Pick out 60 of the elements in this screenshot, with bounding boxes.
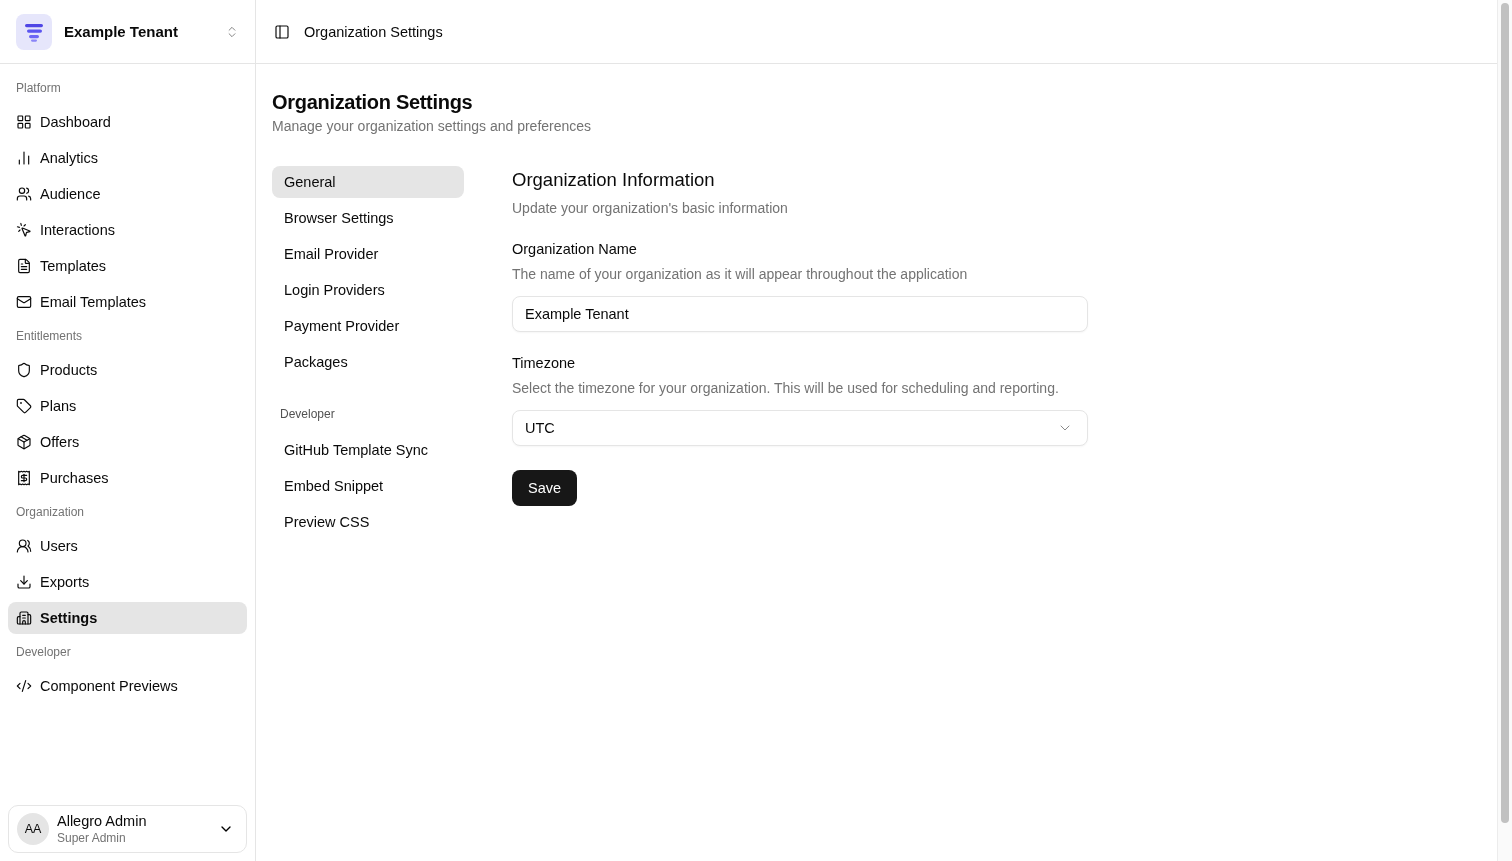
- logo-icon: [16, 13, 52, 50]
- select-field[interactable]: UTC: [512, 410, 1088, 446]
- receipt-icon: [16, 470, 32, 486]
- user-menu[interactable]: AA Allegro Admin Super Admin: [8, 805, 247, 853]
- code-icon: [16, 678, 32, 694]
- sidebar-section-label: Organization: [15, 504, 86, 521]
- tenant-switcher[interactable]: Example Tenant: [8, 7, 247, 56]
- save-button[interactable]: Save: [512, 470, 578, 506]
- package-icon: [16, 434, 32, 450]
- page-subtitle: Manage your organization settings and preferences: [272, 117, 593, 136]
- sidebar-item[interactable]: Products: [8, 354, 247, 386]
- settings-nav-item[interactable]: Payment Provider: [272, 310, 464, 342]
- document-icon: [16, 258, 32, 274]
- sidebar-item[interactable]: Analytics: [8, 142, 247, 174]
- avatar: AA: [17, 813, 49, 845]
- settings-nav-item[interactable]: Packages: [272, 346, 464, 378]
- breadcrumb-title: Organization Settings: [304, 23, 443, 40]
- sidebar-item[interactable]: Users: [8, 530, 247, 562]
- sidebar-section-label: Entitlements: [15, 328, 84, 345]
- tag-icon: [16, 398, 32, 414]
- field-label: Timezone: [512, 354, 577, 373]
- scrollbar-thumb[interactable]: [1501, 3, 1509, 823]
- sidebar-item[interactable]: Purchases: [8, 462, 247, 494]
- field-label: Organization Name: [512, 240, 638, 259]
- sidebar-section-label: Platform: [15, 80, 62, 97]
- cursor-click-icon: [16, 222, 32, 238]
- field-help-text: The name of your organization as it will appear throughout the application: [512, 265, 969, 284]
- people-icon: [16, 186, 32, 202]
- people-icon: [16, 538, 32, 554]
- sidebar-item[interactable]: Audience: [8, 178, 247, 210]
- grid-icon: [16, 114, 32, 130]
- sidebar-item[interactable]: Offers: [8, 426, 247, 458]
- sidebar-section-label: Developer: [15, 644, 72, 661]
- sidebar-item[interactable]: Email Templates: [8, 286, 247, 318]
- settings-nav-item[interactable]: Browser Settings: [272, 202, 464, 234]
- section-title: Organization Information: [512, 168, 716, 192]
- sidebar-item[interactable]: Interactions: [8, 214, 247, 246]
- page-title: Organization Settings: [272, 90, 474, 115]
- sidebar-item[interactable]: Exports: [8, 566, 247, 598]
- shield-icon: [16, 362, 32, 378]
- download-icon: [16, 574, 32, 590]
- settings-nav-item[interactable]: General: [272, 166, 464, 198]
- sidebar-item[interactable]: Component Previews: [8, 670, 247, 702]
- field-help-text: Select the timezone for your organization. This will be used for scheduling and reporting.: [512, 379, 1060, 398]
- settings-nav-item[interactable]: Login Providers: [272, 274, 464, 306]
- sidebar-item[interactable]: Settings: [8, 602, 247, 634]
- settings-nav-item[interactable]: Email Provider: [272, 238, 464, 270]
- text-input[interactable]: Example Tenant: [512, 296, 1088, 332]
- section-description: Update your organization's basic information: [512, 199, 789, 218]
- mail-icon: [16, 294, 32, 310]
- sidebar-panel-icon: [274, 23, 290, 40]
- settings-nav-item[interactable]: Preview CSS: [272, 506, 464, 538]
- sidebar-item[interactable]: Templates: [8, 250, 247, 282]
- building-icon: [16, 610, 32, 626]
- settings-nav-item[interactable]: Embed Snippet: [272, 470, 464, 502]
- bar-chart-icon: [16, 150, 32, 166]
- sidebar-item[interactable]: Plans: [8, 390, 247, 422]
- sidebar-item[interactable]: Dashboard: [8, 106, 247, 138]
- nav-section-label: Developer: [279, 406, 336, 423]
- settings-nav-item[interactable]: GitHub Template Sync: [272, 434, 464, 466]
